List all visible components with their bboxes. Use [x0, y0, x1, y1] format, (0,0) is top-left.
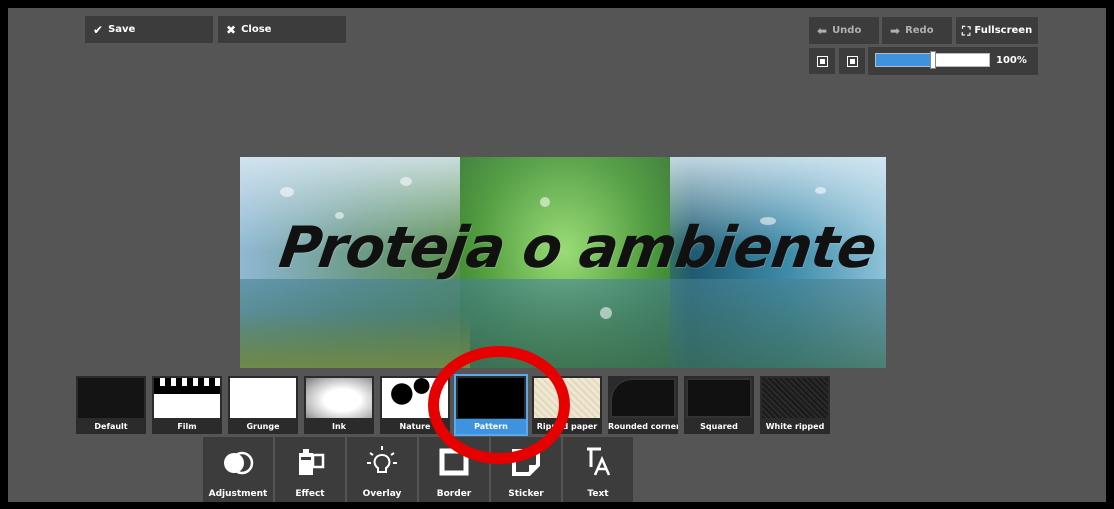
border-option-film[interactable]: Film [152, 376, 222, 434]
border-option-label: Ink [332, 422, 346, 431]
arrow-right-icon: ➡ [890, 23, 901, 38]
zoom-out-button[interactable] [809, 48, 835, 74]
tool-overlay[interactable]: Overlay [347, 437, 417, 502]
zoom-in-button[interactable] [839, 48, 865, 74]
arrow-left-icon: ⬅ [817, 23, 828, 38]
fullscreen-icon: ⛶ [962, 23, 971, 38]
tool-label: Effect [295, 489, 325, 499]
border-thumbnail [610, 378, 676, 418]
annotation-ring [428, 346, 570, 464]
tool-label: Sticker [508, 489, 544, 499]
tool-label: Border [436, 489, 472, 499]
water-drop [400, 177, 412, 186]
water-drop [600, 307, 612, 319]
tool-label: Overlay [362, 489, 402, 499]
tool-label: Text [587, 489, 609, 499]
water-drop [280, 187, 294, 197]
tool-effect[interactable]: Effect [275, 437, 345, 502]
border-thumbnail [78, 378, 144, 418]
adjustment-icon [224, 451, 254, 475]
border-option-ink[interactable]: Ink [304, 376, 374, 434]
border-option-label: Film [177, 422, 197, 431]
border-option-label: Squared [700, 422, 738, 431]
redo-button[interactable]: ➡ Redo [882, 17, 952, 44]
fullscreen-button[interactable]: ⛶ Fullscreen [956, 17, 1038, 44]
border-thumbnail [154, 378, 220, 418]
image-canvas[interactable]: Proteja o ambiente [240, 157, 886, 368]
tool-adjustment[interactable]: Adjustment [203, 437, 273, 502]
tool-label: Adjustment [208, 489, 268, 499]
save-button[interactable]: ✔ Save [85, 16, 213, 43]
fullscreen-label: Fullscreen [974, 25, 1033, 36]
border-option-grunge[interactable]: Grunge [228, 376, 298, 434]
zoom-slider-handle[interactable] [929, 51, 936, 69]
zoom-slider-fill [876, 54, 933, 66]
border-option-label: Default [94, 422, 128, 431]
checkmark-icon: ✔ [93, 22, 104, 37]
zoom-out-icon [816, 55, 828, 67]
border-thumbnail [230, 378, 296, 418]
zoom-in-icon [846, 55, 858, 67]
border-thumbnail [306, 378, 372, 418]
zoom-value: 100% [996, 55, 1027, 66]
close-icon: ✖ [226, 22, 237, 37]
text-icon [587, 447, 611, 476]
undo-button[interactable]: ⬅ Undo [809, 17, 879, 44]
overlay-icon [367, 446, 397, 473]
tool-text[interactable]: Text [563, 437, 633, 502]
border-option-default[interactable]: Default [76, 376, 146, 434]
border-option-white-ripped[interactable]: White ripped [760, 376, 830, 434]
close-button[interactable]: ✖ Close [218, 16, 346, 43]
border-option-label: Rounded corner [608, 422, 678, 431]
border-thumbnail [762, 378, 828, 418]
redo-label: Redo [905, 25, 934, 36]
zoom-slider-container: 100% [868, 47, 1038, 75]
zoom-slider[interactable] [875, 51, 990, 69]
effect-icon [299, 449, 325, 475]
grass-area [240, 313, 470, 368]
save-label: Save [108, 24, 136, 35]
border-option-squared[interactable]: Squared [684, 376, 754, 434]
border-option-rounded-corner[interactable]: Rounded corner [608, 376, 678, 434]
border-option-label: White ripped [765, 422, 825, 431]
water-drop [540, 197, 550, 207]
close-label: Close [241, 24, 272, 35]
canvas-caption: Proteja o ambiente [275, 215, 881, 281]
water-drop [815, 187, 826, 194]
undo-label: Undo [832, 25, 862, 36]
border-thumbnail [686, 378, 752, 418]
photo-editor: ✔ Save ✖ Close ⬅ Undo ➡ Redo ⛶ Fullscree… [8, 8, 1106, 502]
border-option-label: Grunge [246, 422, 280, 431]
